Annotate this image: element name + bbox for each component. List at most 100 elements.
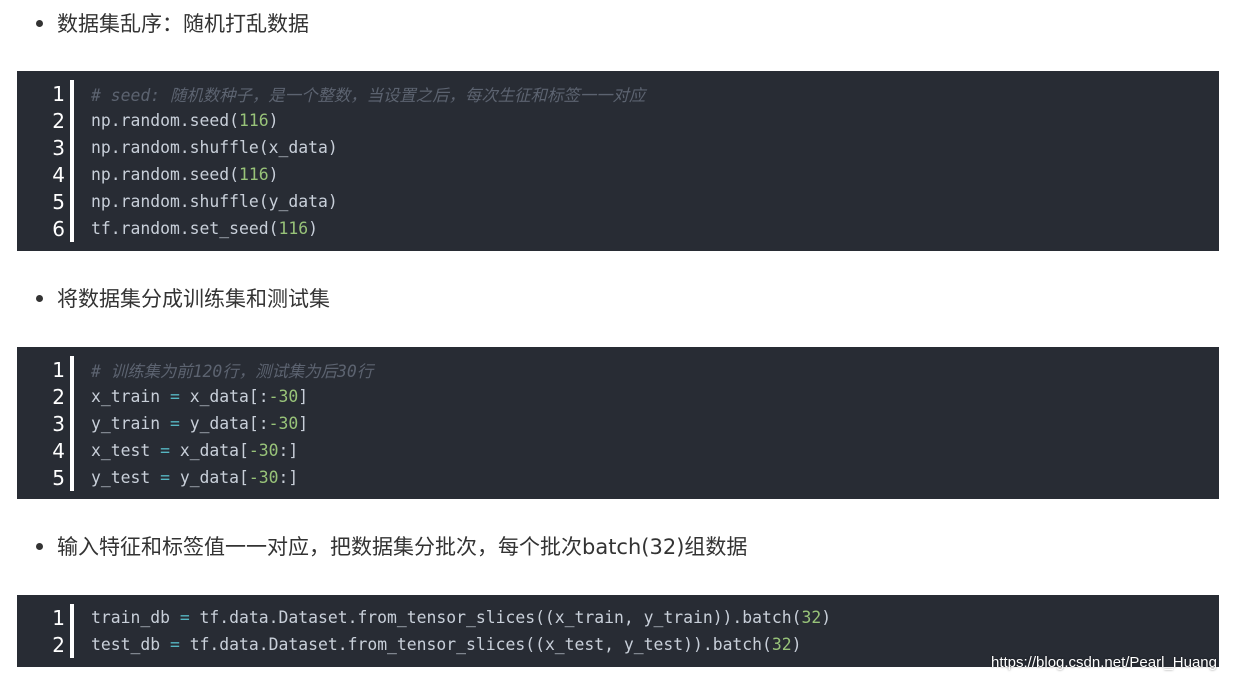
code-text: y_test = y_data[-30:] — [91, 468, 298, 487]
bullet-dot-icon — [36, 294, 43, 302]
line-number: 1 — [52, 357, 65, 382]
bullet-dot-icon — [36, 542, 43, 550]
gutter-bar — [70, 604, 74, 631]
code-token: x_data[ — [169, 441, 249, 460]
code-text: np.random.seed(116) — [91, 111, 279, 130]
code-text: # seed: 随机数种子，是一个整数，当设置之后，每次生征和标签一一对应 — [91, 82, 645, 106]
gutter-bar — [70, 107, 74, 134]
code-token-op: = — [179, 608, 190, 627]
code-token: x_train — [91, 387, 170, 406]
gutter-bar — [70, 215, 74, 242]
code-token: x_data[: — [179, 387, 269, 406]
heading-text: 将数据集分成训练集和测试集 — [57, 287, 330, 311]
code-token: y_test — [91, 468, 161, 487]
gutter-bar — [70, 356, 74, 383]
code-block-shuffle: 1 # seed: 随机数种子，是一个整数，当设置之后，每次生征和标签一一对应 2 n… — [17, 71, 1219, 251]
heading-text: 输入特征和标签值一一对应，把数据集分批次，每个批次batch(32)组数据 — [57, 535, 748, 559]
gutter-bar — [70, 464, 74, 491]
line-number: 5 — [52, 189, 65, 214]
gutter-bar — [70, 161, 74, 188]
code-line: 4 x_test = x_data[-30:] — [17, 437, 1219, 464]
code-token-comment: # seed: 随机数种子，是一个整数，当设置之后，每次生征和标签一一对应 — [91, 85, 646, 105]
gutter-bar — [70, 631, 74, 658]
code-token: y_data[: — [179, 414, 269, 433]
code-token: np.random.seed( — [91, 111, 240, 130]
code-token: tf.data.Dataset.from_tensor_slices((x_te… — [179, 635, 772, 654]
code-line: 1 train_db = tf.data.Dataset.from_tensor_… — [17, 604, 1219, 631]
heading-text: 数据集乱序：随机打乱数据 — [57, 12, 309, 36]
code-token-num: 116 — [278, 219, 309, 238]
code-line: 5 y_test = y_data[-30:] — [17, 464, 1219, 491]
watermark: https://blog.csdn.net/Pearl_Huang — [991, 654, 1217, 671]
line-number: 4 — [52, 438, 65, 463]
code-line: 6 tf.random.set_seed(116) — [17, 215, 1219, 242]
code-token-num: -30 — [268, 414, 299, 433]
bullet-heading-batch: 输入特征和标签值一一对应，把数据集分批次，每个批次batch(32)组数据 — [36, 531, 747, 561]
line-number: 2 — [52, 108, 65, 133]
code-token: x_test — [91, 441, 161, 460]
gutter-bar — [70, 134, 74, 161]
code-token-num: 32 — [771, 635, 792, 654]
code-text: # 训练集为前120行，测试集为后30行 — [91, 358, 373, 382]
line-number: 5 — [52, 465, 65, 490]
code-line: 3 y_train = y_data[:-30] — [17, 410, 1219, 437]
code-token: y_data[ — [169, 468, 249, 487]
code-line: 2 x_train = x_data[:-30] — [17, 383, 1219, 410]
code-line: 4 np.random.seed(116) — [17, 161, 1219, 188]
code-token: y_train — [91, 414, 170, 433]
code-token: train_db — [91, 608, 180, 627]
line-number: 3 — [52, 135, 65, 160]
code-text: np.random.seed(116) — [91, 165, 279, 184]
code-line: 2 np.random.seed(116) — [17, 107, 1219, 134]
code-token-num: -30 — [248, 441, 279, 460]
code-token-num: -30 — [248, 468, 279, 487]
code-token-op: = — [169, 414, 180, 433]
code-text: np.random.shuffle(x_data) — [91, 138, 338, 157]
code-token: tf.random.set_seed( — [91, 219, 279, 238]
code-token: ) — [268, 165, 279, 184]
code-token: ) — [308, 219, 318, 238]
bullet-heading-shuffle: 数据集乱序：随机打乱数据 — [36, 8, 309, 38]
code-token-op: = — [160, 468, 170, 487]
code-token-num: 116 — [239, 165, 269, 184]
code-line: 1 # seed: 随机数种子，是一个整数，当设置之后，每次生征和标签一一对应 — [17, 80, 1219, 107]
code-token: :] — [278, 468, 299, 487]
code-token-comment: # 训练集为前120行，测试集为后30行 — [91, 361, 374, 381]
line-number: 6 — [52, 216, 65, 241]
code-text: train_db = tf.data.Dataset.from_tensor_s… — [91, 608, 831, 627]
code-token: np.random.shuffle(y_data) — [91, 192, 338, 211]
code-token: ) — [791, 635, 802, 654]
line-number: 2 — [52, 384, 65, 409]
code-line: 3 np.random.shuffle(x_data) — [17, 134, 1219, 161]
code-text: y_train = y_data[:-30] — [91, 414, 308, 433]
line-number: 1 — [52, 81, 65, 106]
code-text: tf.random.set_seed(116) — [91, 219, 318, 238]
code-token: ) — [821, 608, 832, 627]
code-text: x_test = x_data[-30:] — [91, 441, 298, 460]
code-token: test_db — [91, 635, 170, 654]
line-number: 4 — [52, 162, 65, 187]
gutter-bar — [70, 80, 74, 107]
code-token-num: -30 — [268, 387, 299, 406]
gutter-bar — [70, 383, 74, 410]
line-number: 1 — [52, 605, 65, 630]
code-token: :] — [278, 441, 299, 460]
line-number: 3 — [52, 411, 65, 436]
code-token: ) — [268, 111, 279, 130]
code-text: np.random.shuffle(y_data) — [91, 192, 338, 211]
code-line: 5 np.random.shuffle(y_data) — [17, 188, 1219, 215]
code-token-op: = — [169, 635, 180, 654]
line-number: 2 — [52, 632, 65, 657]
bullet-heading-split: 将数据集分成训练集和测试集 — [36, 283, 330, 313]
code-token-num: 32 — [801, 608, 822, 627]
gutter-bar — [70, 188, 74, 215]
code-token: ] — [298, 387, 309, 406]
code-token-op: = — [160, 441, 170, 460]
code-token: ] — [298, 414, 309, 433]
code-block-split: 1 # 训练集为前120行，测试集为后30行 2 x_train = x_data[:… — [17, 347, 1219, 499]
gutter-bar — [70, 410, 74, 437]
code-token: np.random.seed( — [91, 165, 240, 184]
code-token: np.random.shuffle(x_data) — [91, 138, 338, 157]
code-text: test_db = tf.data.Dataset.from_tensor_sl… — [91, 635, 802, 654]
code-line: 1 # 训练集为前120行，测试集为后30行 — [17, 356, 1219, 383]
